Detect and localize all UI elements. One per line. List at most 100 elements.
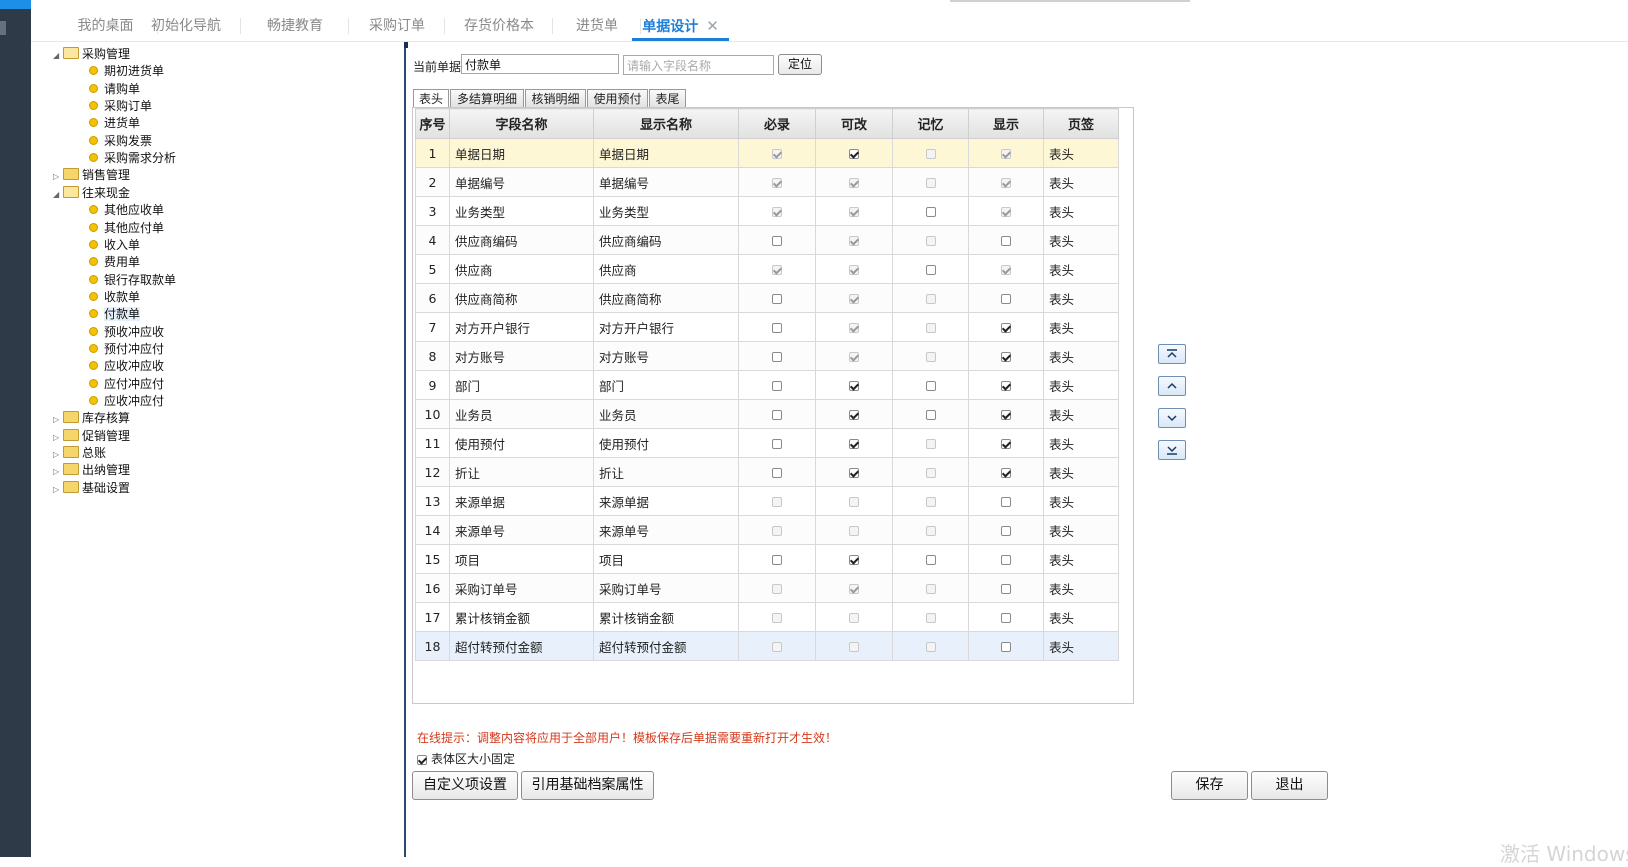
show-checkbox[interactable] [1001, 468, 1011, 478]
req-checkbox[interactable] [772, 410, 782, 420]
tab-multi-settlement[interactable]: 多结算明细 [450, 89, 524, 107]
edit-checkbox[interactable] [849, 439, 859, 449]
tree-item[interactable]: 费用单 [89, 254, 140, 271]
table-row[interactable]: 9 部门 部门 表头 [415, 370, 1119, 400]
show-checkbox[interactable] [1001, 323, 1011, 333]
table-row[interactable]: 17 累计核销金额 累计核销金额 表头 [415, 602, 1119, 632]
current-form-field[interactable]: 付款单 [461, 54, 619, 74]
show-checkbox[interactable] [1001, 555, 1011, 565]
table-row[interactable]: 11 使用预付 使用预付 表头 [415, 428, 1119, 458]
edit-checkbox[interactable] [849, 410, 859, 420]
tab-purchase-order[interactable]: 采购订单 [349, 9, 445, 41]
mem-checkbox[interactable] [925, 410, 936, 420]
expand-icon[interactable]: ▷ [53, 411, 63, 428]
tree-item[interactable]: 采购订单 [89, 98, 152, 115]
tree-item[interactable]: 进货单 [89, 115, 140, 132]
close-icon[interactable]: ✕ [706, 17, 719, 35]
req-checkbox[interactable] [772, 555, 782, 565]
expand-icon[interactable]: ▷ [53, 481, 63, 498]
table-row[interactable]: 13 来源单据 来源单据 表头 [415, 486, 1119, 516]
save-button[interactable]: 保存 [1171, 771, 1248, 800]
table-row[interactable]: 3 业务类型 业务类型 表头 [415, 196, 1119, 226]
mem-checkbox[interactable] [925, 555, 936, 565]
table-row[interactable]: 12 折让 折让 表头 [415, 457, 1119, 487]
table-row[interactable]: 16 采购订单号 采购订单号 表头 [415, 573, 1119, 603]
expand-icon[interactable]: ▷ [53, 168, 63, 185]
table-row[interactable]: 4 供应商编码 供应商编码 表头 [415, 225, 1119, 255]
collapse-icon[interactable]: ◢ [53, 47, 63, 64]
expand-icon[interactable]: ▷ [53, 463, 63, 480]
move-top-button[interactable] [1158, 344, 1186, 364]
tree-item[interactable]: 银行存取款单 [89, 272, 176, 289]
req-checkbox[interactable] [772, 236, 782, 246]
show-checkbox[interactable] [1001, 294, 1011, 304]
mem-checkbox[interactable] [925, 265, 936, 275]
tree-folder[interactable]: ◢ 往来现金 [53, 185, 130, 202]
tab-education[interactable]: 畅捷教育 [241, 9, 349, 41]
tree-folder[interactable]: ▷ 销售管理 [53, 167, 130, 184]
expand-icon[interactable]: ▷ [53, 429, 63, 446]
tree-item[interactable]: 采购需求分析 [89, 150, 176, 167]
tree-folder[interactable]: ▷ 库存核算 [53, 410, 130, 427]
table-row[interactable]: 7 对方开户银行 对方开户银行 表头 [415, 312, 1119, 342]
fixed-size-checkbox[interactable] [417, 754, 427, 765]
table-row[interactable]: 8 对方账号 对方账号 表头 [415, 341, 1119, 371]
tab-init-nav[interactable]: 初始化导航 [131, 9, 241, 41]
req-checkbox[interactable] [772, 323, 782, 333]
tab-header-section[interactable]: 表头 [413, 89, 449, 108]
tree-item[interactable]: 收款单 [89, 289, 140, 306]
req-checkbox[interactable] [772, 381, 782, 391]
exit-button[interactable]: 退出 [1251, 771, 1328, 800]
tree-item[interactable]: 请购单 [89, 81, 140, 98]
move-down-button[interactable] [1158, 408, 1186, 428]
collapse-icon[interactable]: ◢ [53, 186, 63, 203]
table-row[interactable]: 14 来源单号 来源单号 表头 [415, 515, 1119, 545]
show-checkbox[interactable] [1001, 439, 1011, 449]
table-row[interactable]: 1 单据日期 单据日期 表头 [415, 138, 1119, 168]
tree-item[interactable]: 应收冲应收 [89, 358, 164, 375]
tree-folder[interactable]: ▷ 促销管理 [53, 428, 130, 445]
show-checkbox[interactable] [1001, 584, 1011, 594]
tab-form-design[interactable]: 单据设计 ✕ [632, 9, 729, 41]
tree-item[interactable]: 预收冲应收 [89, 324, 164, 341]
tree-folder[interactable]: ▷ 出纳管理 [53, 462, 130, 479]
show-checkbox[interactable] [1001, 352, 1011, 362]
custom-fields-button[interactable]: 自定义项设置 [412, 771, 518, 800]
edit-checkbox[interactable] [849, 468, 859, 478]
move-up-button[interactable] [1158, 376, 1186, 396]
show-checkbox[interactable] [1001, 526, 1011, 536]
show-checkbox[interactable] [1001, 497, 1011, 507]
mem-checkbox[interactable] [925, 381, 936, 391]
edit-checkbox[interactable] [849, 149, 859, 159]
tab-footer-section[interactable]: 表尾 [649, 89, 686, 107]
req-checkbox[interactable] [772, 294, 782, 304]
fixed-size-option[interactable]: 表体区大小固定 [417, 750, 515, 767]
expand-icon[interactable]: ▷ [53, 446, 63, 463]
tree-item[interactable]: 其他应收单 [89, 202, 164, 219]
show-checkbox[interactable] [1001, 381, 1011, 391]
tree-item[interactable]: 预付冲应付 [89, 341, 164, 358]
tab-writeoff-detail[interactable]: 核销明细 [525, 89, 586, 107]
table-row[interactable]: 15 项目 项目 表头 [415, 544, 1119, 574]
edit-checkbox[interactable] [849, 381, 859, 391]
req-checkbox[interactable] [772, 352, 782, 362]
show-checkbox[interactable] [1001, 410, 1011, 420]
show-checkbox[interactable] [1001, 642, 1011, 652]
tree-folder[interactable]: ▷ 基础设置 [53, 480, 130, 497]
table-row[interactable]: 6 供应商简称 供应商简称 表头 [415, 283, 1119, 313]
table-row[interactable]: 10 业务员 业务员 表头 [415, 399, 1119, 429]
edit-checkbox[interactable] [849, 555, 859, 565]
req-checkbox[interactable] [772, 468, 782, 478]
ref-archive-button[interactable]: 引用基础档案属性 [521, 771, 654, 800]
move-bottom-button[interactable] [1158, 440, 1186, 460]
table-row[interactable]: 5 供应商 供应商 表头 [415, 254, 1119, 284]
tab-price-book[interactable]: 存货价格本 [445, 9, 553, 41]
tree-item[interactable]: 付款单 [89, 306, 141, 323]
tab-use-prepay[interactable]: 使用预付 [587, 89, 648, 107]
mem-checkbox[interactable] [925, 207, 936, 217]
tree-item[interactable]: 期初进货单 [89, 63, 164, 80]
tree-folder[interactable]: ◢ 采购管理 [53, 46, 130, 63]
req-checkbox[interactable] [772, 439, 782, 449]
tree-item[interactable]: 其他应付单 [89, 220, 164, 237]
table-row[interactable]: 2 单据编号 单据编号 表头 [415, 167, 1119, 197]
